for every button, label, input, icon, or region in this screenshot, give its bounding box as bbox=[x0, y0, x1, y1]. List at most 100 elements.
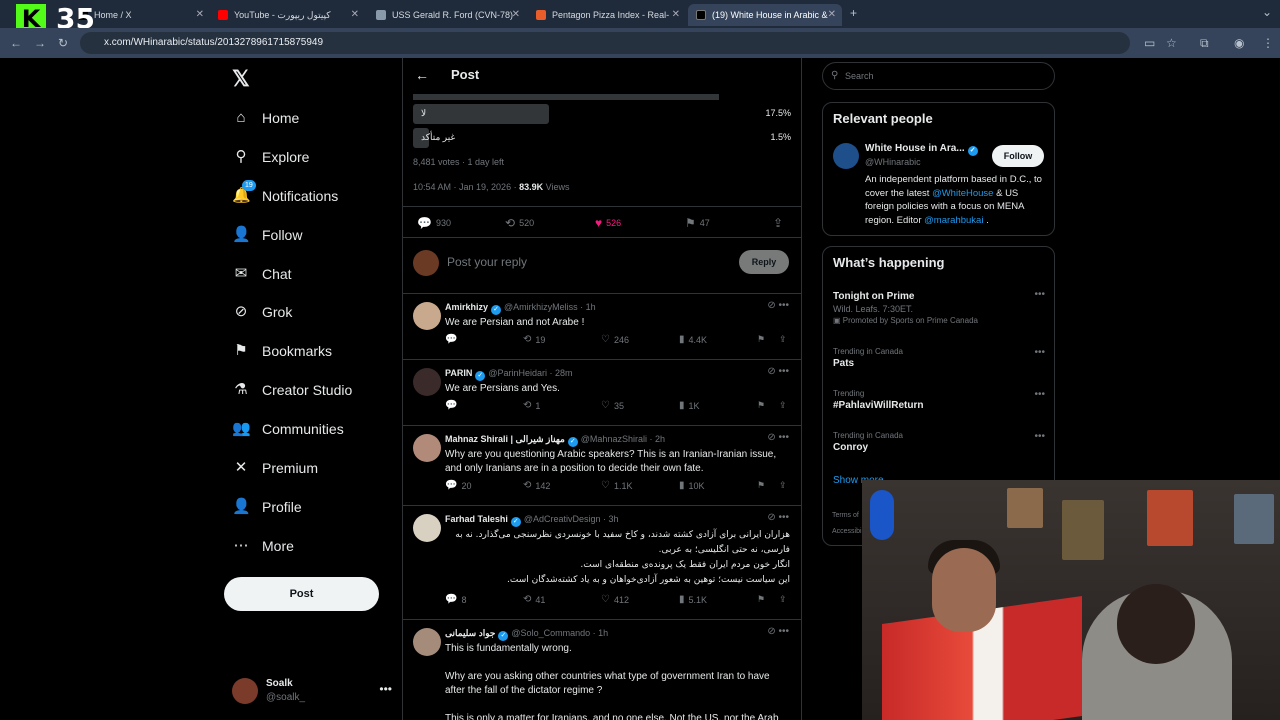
cast-icon[interactable]: ▭ bbox=[1144, 36, 1155, 50]
back-icon[interactable]: ← bbox=[10, 36, 22, 50]
author-name[interactable]: جواد سلیمانی bbox=[445, 628, 495, 638]
grok-icon[interactable]: ⊘ bbox=[767, 366, 778, 377]
search-input[interactable]: ⚲ Search bbox=[822, 62, 1055, 90]
bookmark-icon[interactable]: ⚑ bbox=[757, 400, 765, 411]
share-stat[interactable]: ⇪ bbox=[773, 216, 787, 230]
close-icon[interactable]: ✕ bbox=[196, 9, 204, 20]
reply-action[interactable]: 💬 bbox=[445, 334, 461, 345]
extensions-icon[interactable]: ⧉ bbox=[1200, 36, 1209, 51]
more-dots-icon[interactable]: ••• bbox=[778, 432, 789, 443]
grok-icon[interactable]: ⊘ bbox=[767, 626, 778, 637]
menu-icon[interactable]: ⋮ bbox=[1262, 36, 1274, 50]
nav-item-explore[interactable]: ⚲ Explore bbox=[232, 143, 310, 171]
back-arrow-icon[interactable]: ← bbox=[415, 67, 429, 83]
star-icon[interactable]: ☆ bbox=[1166, 36, 1177, 50]
more-dots-icon[interactable]: ••• bbox=[1034, 289, 1045, 300]
grok-icon[interactable]: ⊘ bbox=[767, 300, 778, 311]
tab-youtube[interactable]: YouTube - کپیتول ریپورت ✕ bbox=[210, 4, 365, 26]
more-dots-icon[interactable]: ••• bbox=[778, 366, 789, 377]
new-tab-icon[interactable]: + bbox=[850, 6, 857, 20]
nav-item-chat[interactable]: ✉ Chat bbox=[232, 260, 292, 288]
nav-item-follow[interactable]: 👤 Follow bbox=[232, 221, 302, 249]
close-icon[interactable]: ✕ bbox=[672, 9, 680, 20]
author-name[interactable]: PARIN bbox=[445, 368, 472, 378]
reply-stat[interactable]: 💬 930 bbox=[417, 216, 451, 230]
trend-item[interactable]: Trending in Canada Conroy ••• bbox=[833, 431, 1045, 453]
trend-item[interactable]: Trending #PahlaviWillReturn ••• bbox=[833, 389, 1045, 411]
repost-action[interactable]: ⟲ 142 bbox=[523, 480, 550, 491]
avatar[interactable] bbox=[413, 302, 441, 330]
url-field[interactable]: x.com/WHinarabic/status/2013278961715875… bbox=[80, 32, 1130, 54]
trend-item[interactable]: Trending in Canada Pats ••• bbox=[833, 347, 1045, 369]
repost-action[interactable]: ⟲ 41 bbox=[523, 594, 545, 605]
reply-action[interactable]: 💬 8 bbox=[445, 594, 466, 605]
like-action[interactable]: ♡ 246 bbox=[601, 334, 629, 345]
nav-item-grok[interactable]: ⊘ Grok bbox=[232, 298, 293, 326]
like-action[interactable]: ♡ 1.1K bbox=[601, 480, 632, 491]
like-action[interactable]: ♡ 35 bbox=[601, 400, 624, 411]
nav-item-more[interactable]: ⋯ More bbox=[232, 532, 294, 560]
nav-item-premium[interactable]: ✕ Premium bbox=[232, 454, 318, 482]
more-dots-icon[interactable]: ••• bbox=[778, 626, 789, 637]
post-button[interactable]: Post bbox=[224, 577, 379, 611]
bookmark-icon[interactable]: ⚑ bbox=[757, 480, 765, 491]
bio-link[interactable]: @WhiteHouse bbox=[932, 188, 993, 199]
reply-tweet[interactable]: PARIN ✓ @ParinHeidari · 28m ⊘ ••• We are Per… bbox=[403, 360, 801, 426]
share-icon[interactable]: ⇪ bbox=[779, 594, 787, 605]
reply-button[interactable]: Reply bbox=[739, 250, 789, 274]
x-logo-icon[interactable]: 𝕏 bbox=[232, 66, 250, 92]
person-name[interactable]: White House in Ara... ✓ bbox=[865, 143, 981, 156]
share-icon[interactable]: ⇪ bbox=[779, 480, 787, 491]
author-name[interactable]: Amirkhizy bbox=[445, 302, 488, 312]
views-action[interactable]: ▮ 5.1K bbox=[679, 594, 707, 605]
nav-item-home[interactable]: ⌂ Home bbox=[232, 104, 299, 132]
bio-link[interactable]: @marahbukai bbox=[924, 215, 983, 226]
accessibility-link[interactable]: Accessibi bbox=[832, 528, 862, 535]
reply-action[interactable]: 💬 bbox=[445, 400, 461, 411]
views-action[interactable]: ▮ 10K bbox=[679, 480, 705, 491]
grok-icon[interactable]: ⊘ bbox=[767, 512, 778, 523]
close-icon[interactable]: ✕ bbox=[828, 9, 836, 20]
grok-icon[interactable]: ⊘ bbox=[767, 432, 778, 443]
nav-item-notifications[interactable]: 🔔 19 Notifications bbox=[232, 180, 338, 210]
reply-tweet[interactable]: Farhad Taleshi ✓ @AdCreativDesign · 3h ⊘ ••… bbox=[403, 506, 801, 620]
bookmark-icon[interactable]: ⚑ bbox=[757, 594, 765, 605]
more-dots-icon[interactable]: ••• bbox=[778, 512, 789, 523]
views-action[interactable]: ▮ 4.4K bbox=[679, 334, 707, 345]
nav-item-creator-studio[interactable]: ⚗ Creator Studio bbox=[232, 376, 352, 404]
tab-pizza-index[interactable]: Pentagon Pizza Index - Real- ✕ bbox=[528, 4, 686, 26]
more-dots-icon[interactable]: ••• bbox=[1034, 431, 1045, 442]
trend-item[interactable]: Tonight on Prime Wild. Leafs. 7:30ET. ▣ … bbox=[833, 289, 1045, 325]
repost-action[interactable]: ⟲ 19 bbox=[523, 334, 545, 345]
bookmark-icon[interactable]: ⚑ bbox=[757, 334, 765, 345]
share-icon[interactable]: ⇪ bbox=[779, 334, 787, 345]
tab-white-house-arabic[interactable]: (19) White House in Arabic & ✕ bbox=[688, 4, 842, 26]
nav-item-profile[interactable]: 👤 Profile bbox=[232, 493, 302, 521]
author-name[interactable]: Mahnaz Shirali | مهناز شیرالی bbox=[445, 434, 565, 444]
account-switcher[interactable]: Soalk @soalk_ ••• bbox=[232, 676, 392, 706]
reply-action[interactable]: 💬 20 bbox=[445, 480, 471, 491]
share-icon[interactable]: ⇪ bbox=[779, 400, 787, 411]
views-action[interactable]: ▮ 1K bbox=[679, 400, 700, 411]
repost-stat[interactable]: ⟲ 520 bbox=[505, 216, 534, 230]
terms-link[interactable]: Terms of bbox=[832, 512, 859, 519]
more-dots-icon[interactable]: ••• bbox=[1034, 389, 1045, 400]
avatar[interactable] bbox=[413, 628, 441, 656]
tab-search-icon[interactable]: ⌄ bbox=[1262, 5, 1272, 19]
reload-icon[interactable]: ↻ bbox=[58, 36, 68, 50]
reply-tweet[interactable]: Mahnaz Shirali | مهناز شیرالی ✓ @MahnazShi… bbox=[403, 426, 801, 506]
forward-icon[interactable]: → bbox=[34, 36, 46, 50]
like-stat[interactable]: ♥ 526 bbox=[595, 216, 621, 230]
more-dots-icon[interactable]: ••• bbox=[778, 300, 789, 311]
avatar[interactable] bbox=[413, 434, 441, 462]
follow-button[interactable]: Follow bbox=[992, 145, 1044, 167]
avatar[interactable] bbox=[833, 143, 859, 169]
repost-action[interactable]: ⟲ 1 bbox=[523, 400, 540, 411]
more-dots-icon[interactable]: ••• bbox=[1034, 347, 1045, 358]
nav-item-bookmarks[interactable]: ⚑ Bookmarks bbox=[232, 337, 332, 365]
avatar[interactable] bbox=[413, 368, 441, 396]
like-action[interactable]: ♡ 412 bbox=[601, 594, 629, 605]
reply-tweet[interactable]: جواد سلیمانی ✓ @Solo_Commando · 1h ⊘ ••• Thi… bbox=[403, 620, 801, 720]
avatar[interactable] bbox=[413, 514, 441, 542]
more-dots-icon[interactable]: ••• bbox=[379, 682, 392, 696]
